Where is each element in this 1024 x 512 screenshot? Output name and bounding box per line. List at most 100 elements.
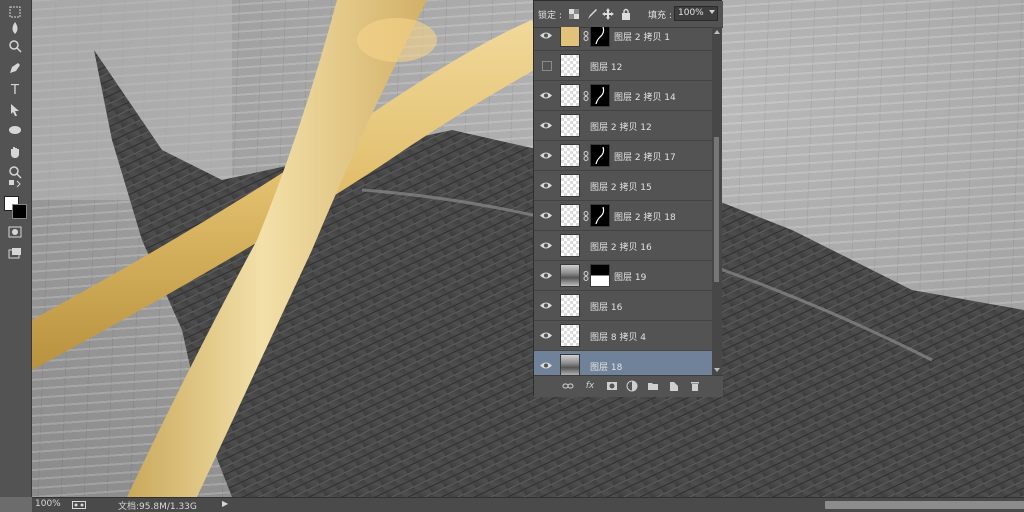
eye-icon[interactable] [540, 151, 552, 160]
zoom-icon[interactable] [4, 36, 26, 56]
chain-link-icon[interactable] [583, 211, 589, 221]
type-glyph: T [11, 82, 19, 98]
eye-icon[interactable] [540, 31, 552, 40]
lock-brush-icon[interactable] [586, 8, 598, 20]
screen-mode-icon[interactable] [4, 244, 26, 264]
layer-row[interactable]: 图层 12 [534, 51, 712, 81]
lock-bar: 锁定 : 填充 : 100% [534, 1, 723, 28]
background-color-swatch[interactable] [12, 204, 27, 219]
eye-icon[interactable] [540, 331, 552, 340]
horizontal-scrollbar[interactable] [825, 501, 1024, 509]
layer-mask-thumbnail[interactable] [590, 204, 610, 227]
scroll-down-icon[interactable] [714, 368, 720, 372]
layer-list-scrollbar[interactable] [712, 27, 722, 375]
path-select-icon[interactable] [4, 100, 26, 120]
layer-mask-thumbnail[interactable] [590, 264, 610, 287]
pen-icon[interactable] [4, 58, 26, 78]
folder-icon[interactable] [647, 380, 659, 392]
eye-icon[interactable] [540, 271, 552, 280]
layer-thumbnail[interactable] [560, 354, 580, 375]
layer-row[interactable]: 图层 2 拷贝 15 [534, 171, 712, 201]
trash-icon[interactable] [689, 380, 701, 392]
layer-thumbnail[interactable] [560, 54, 580, 77]
chevron-down-icon[interactable] [709, 10, 715, 14]
layer-row[interactable]: 图层 16 [534, 291, 712, 321]
add-mask-icon[interactable] [606, 380, 618, 392]
document-canvas[interactable] [32, 0, 1024, 497]
layer-row[interactable]: 图层 2 拷贝 18 [534, 201, 712, 231]
eye-icon[interactable] [540, 241, 552, 250]
layer-name: 图层 19 [614, 273, 647, 283]
layer-name: 图层 2 拷贝 14 [614, 93, 676, 103]
layers-footer: fx [534, 375, 723, 397]
lock-move-icon[interactable] [602, 8, 614, 20]
eye-icon[interactable] [540, 91, 552, 100]
layer-thumbnail[interactable] [560, 84, 580, 107]
layer-name: 图层 2 拷贝 12 [590, 123, 652, 133]
layer-mask-thumbnail[interactable] [590, 27, 610, 47]
layer-name: 图层 2 拷贝 16 [590, 243, 652, 253]
layer-thumbnail[interactable] [560, 174, 580, 197]
visibility-toggle[interactable] [542, 61, 552, 71]
lock-all-icon[interactable] [620, 8, 632, 20]
proof-icon[interactable] [72, 500, 86, 510]
layers-panel: 锁定 : 填充 : 100% 图层 2 拷贝 1 图层 12 图层 2 拷贝 14 图… [533, 0, 723, 397]
adjustment-icon[interactable] [626, 380, 638, 392]
fill-input[interactable]: 100% [674, 6, 718, 21]
lock-label: 锁定 : [538, 11, 562, 21]
layer-mask-thumbnail[interactable] [590, 144, 610, 167]
layer-row[interactable]: 图层 19 [534, 261, 712, 291]
chain-link-icon[interactable] [583, 151, 589, 161]
eye-icon[interactable] [540, 121, 552, 130]
layer-name: 图层 2 拷贝 15 [590, 183, 652, 193]
scroll-thumb[interactable] [714, 137, 719, 282]
layer-thumbnail[interactable] [560, 144, 580, 167]
chain-link-icon[interactable] [583, 271, 589, 281]
eye-icon[interactable] [540, 211, 552, 220]
document-info: 文档:95.8M/1.33G [118, 502, 197, 512]
layer-thumbnail[interactable] [560, 324, 580, 347]
layer-row[interactable]: 图层 8 拷贝 4 [534, 321, 712, 351]
zoom-level[interactable]: 100% [35, 499, 61, 509]
layer-thumbnail[interactable] [560, 264, 580, 287]
eye-icon[interactable] [540, 361, 552, 370]
layer-row[interactable]: 图层 2 拷贝 12 [534, 111, 712, 141]
layer-row[interactable]: 图层 2 拷贝 1 [534, 27, 712, 51]
layer-list: 图层 2 拷贝 1 图层 12 图层 2 拷贝 14 图层 2 拷贝 12 图层 2 拷… [534, 27, 712, 375]
layer-thumbnail[interactable] [560, 294, 580, 317]
hand-icon[interactable] [4, 142, 26, 162]
layer-thumbnail[interactable] [560, 27, 580, 47]
lock-transparent-icon[interactable] [568, 8, 580, 20]
quick-mask-icon[interactable] [4, 222, 26, 242]
layer-name: 图层 18 [590, 363, 623, 373]
layer-row[interactable]: 图层 2 拷贝 16 [534, 231, 712, 261]
artwork [32, 0, 1024, 497]
chain-link-icon[interactable] [583, 91, 589, 101]
new-layer-icon[interactable] [668, 380, 680, 392]
layer-row[interactable]: 图层 2 拷贝 17 [534, 141, 712, 171]
layer-mask-thumbnail[interactable] [590, 84, 610, 107]
fill-value: 100% [678, 8, 704, 18]
type-icon[interactable]: T [4, 80, 26, 100]
scroll-up-icon[interactable] [714, 30, 720, 34]
layer-thumbnail[interactable] [560, 114, 580, 137]
ellipse-icon[interactable] [4, 120, 26, 140]
layer-thumbnail[interactable] [560, 204, 580, 227]
layer-row[interactable]: 图层 2 拷贝 14 [534, 81, 712, 111]
layer-name: 图层 16 [590, 303, 623, 313]
chain-link-icon[interactable] [583, 31, 589, 41]
layer-row[interactable]: 图层 18 [534, 351, 712, 375]
drop-icon[interactable] [4, 18, 26, 38]
layer-name: 图层 2 拷贝 1 [614, 33, 671, 43]
layer-name: 图层 2 拷贝 17 [614, 153, 676, 163]
swap-colors-icon[interactable] [4, 180, 26, 192]
link-icon[interactable] [562, 380, 574, 392]
eye-icon[interactable] [540, 301, 552, 310]
fill-label: 填充 : [648, 11, 672, 21]
layer-name: 图层 8 拷贝 4 [590, 333, 647, 343]
layer-name: 图层 2 拷贝 18 [614, 213, 676, 223]
fx-icon[interactable]: fx [584, 380, 596, 392]
status-menu-arrow[interactable]: ▶ [222, 499, 228, 508]
eye-icon[interactable] [540, 181, 552, 190]
layer-thumbnail[interactable] [560, 234, 580, 257]
